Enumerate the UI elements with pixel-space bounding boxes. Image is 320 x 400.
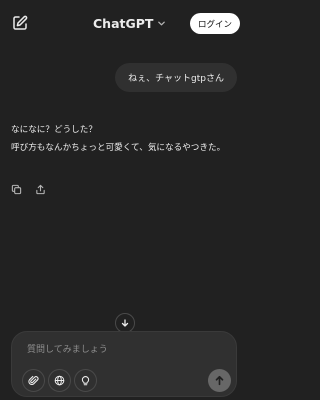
globe-icon bbox=[54, 375, 65, 386]
edit-icon bbox=[13, 15, 28, 30]
top-bar: ChatGPT ログイン bbox=[0, 0, 247, 46]
lightbulb-icon bbox=[81, 376, 90, 386]
assistant-line: なになに？どうした？ bbox=[11, 125, 97, 135]
message-actions bbox=[11, 180, 46, 195]
composer bbox=[11, 331, 237, 397]
reason-button[interactable] bbox=[74, 369, 97, 392]
search-web-button[interactable] bbox=[48, 369, 71, 392]
send-button[interactable] bbox=[208, 369, 231, 392]
user-message-text: ねぇ、チャットgtpさん bbox=[128, 74, 224, 84]
arrow-up-icon bbox=[215, 375, 224, 386]
share-button[interactable] bbox=[35, 180, 46, 195]
copy-icon bbox=[11, 184, 22, 195]
chevron-down-icon bbox=[158, 21, 166, 25]
model-selector[interactable]: ChatGPT bbox=[93, 14, 166, 32]
attach-button[interactable] bbox=[22, 369, 45, 392]
copy-button[interactable] bbox=[11, 180, 22, 195]
new-chat-button[interactable] bbox=[11, 14, 29, 32]
paperclip-icon bbox=[28, 375, 39, 385]
arrow-down-icon bbox=[121, 319, 129, 327]
assistant-message: なになに？どうした？ 呼び方もなんかちょっと可愛くて、気になるやつきた。 bbox=[11, 121, 237, 157]
share-icon bbox=[36, 184, 45, 195]
scroll-to-bottom-button[interactable] bbox=[115, 313, 135, 333]
message-input[interactable] bbox=[27, 343, 207, 357]
login-button[interactable]: ログイン bbox=[190, 13, 240, 34]
user-message-bubble: ねぇ、チャットgtpさん bbox=[115, 63, 237, 92]
assistant-line: 呼び方もなんかちょっと可愛くて、気になるやつきた。 bbox=[11, 143, 226, 153]
app-title: ChatGPT bbox=[93, 15, 154, 31]
